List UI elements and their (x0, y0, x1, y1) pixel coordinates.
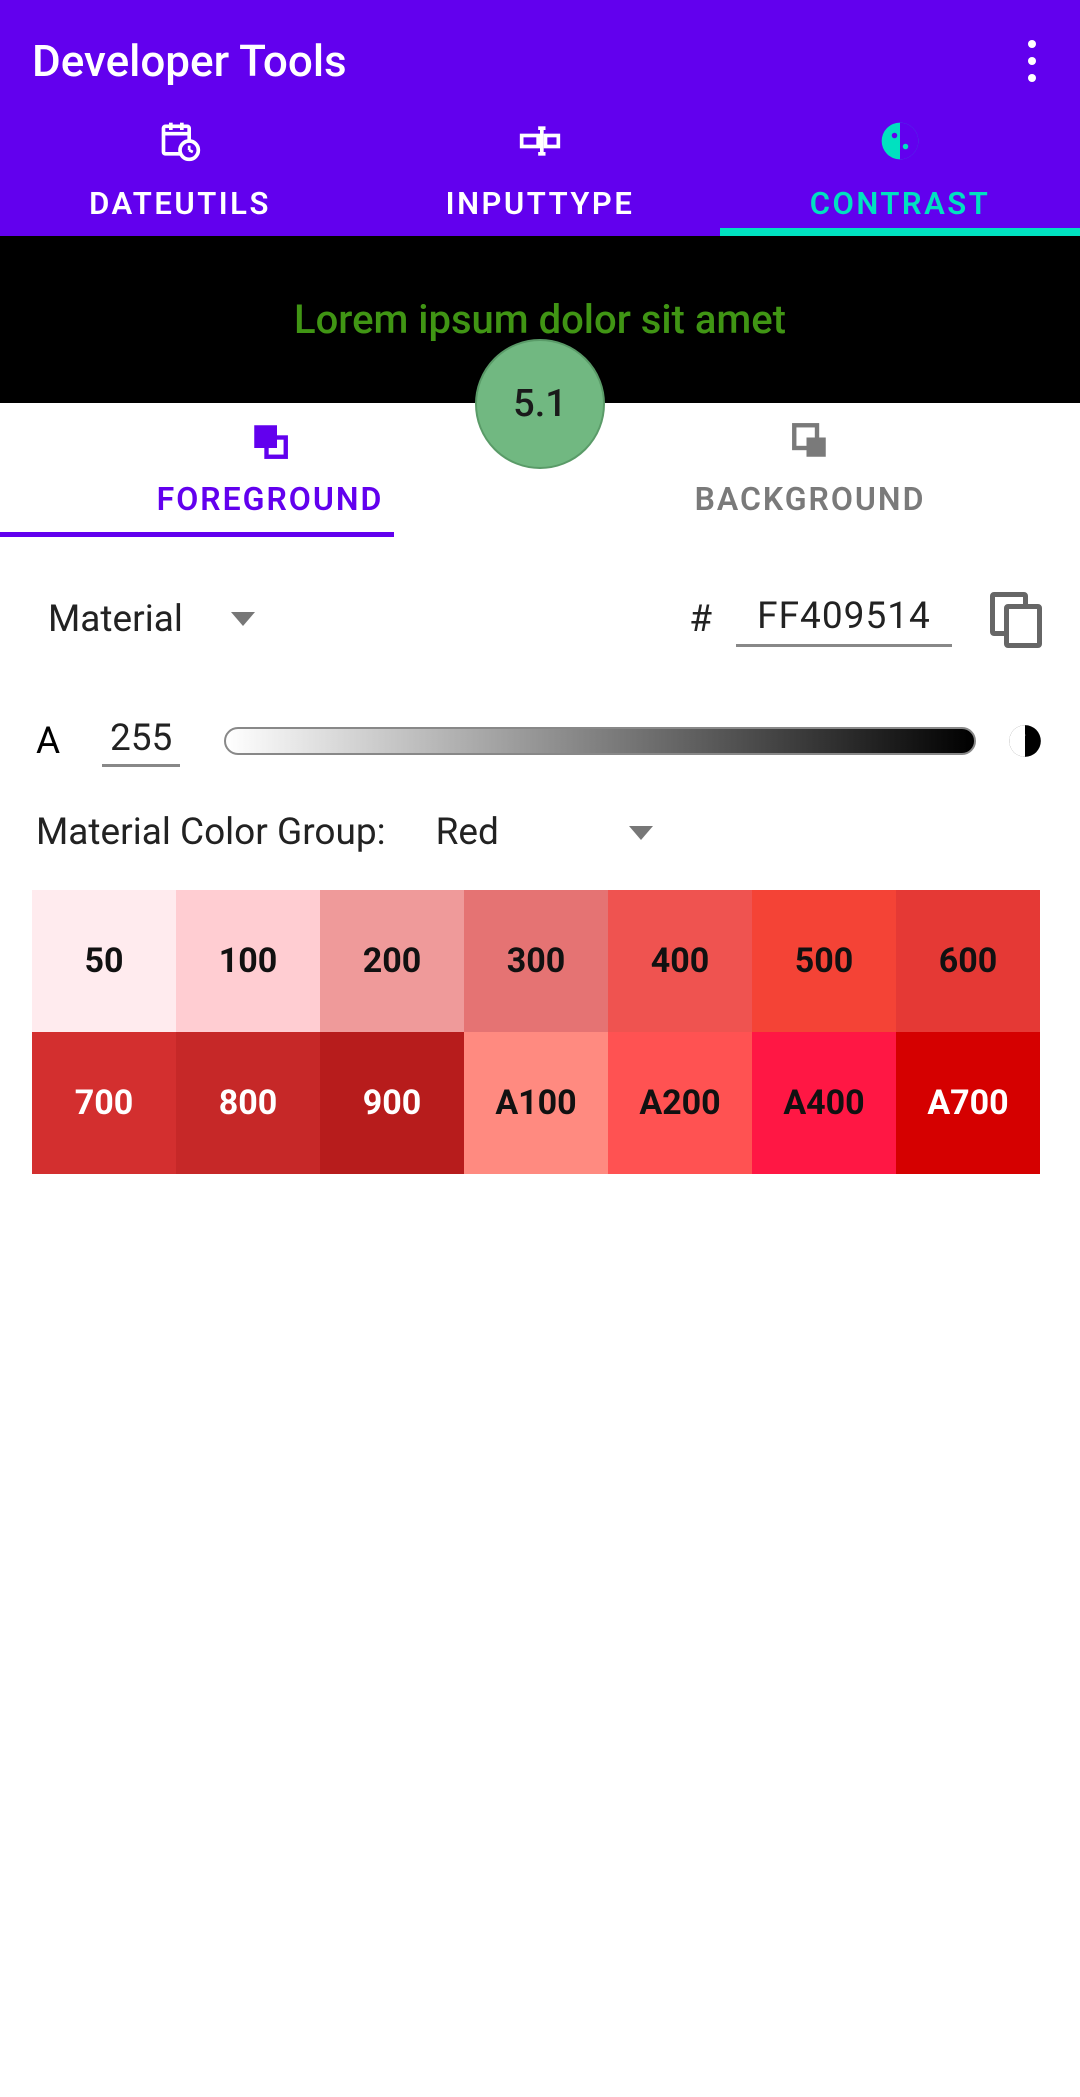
swatch-300[interactable]: 300 (464, 890, 608, 1032)
swatch-grid: 50100200300400500600 700800900A100A200A40… (32, 890, 1044, 1174)
invert-colors-icon[interactable]: + − (1006, 722, 1044, 760)
content-area: Material # A + − Material Color Group: R… (0, 537, 1080, 1174)
tab-label: DATEUTILS (89, 185, 271, 222)
svg-text:+: + (1019, 728, 1026, 743)
swatch-700[interactable]: 700 (32, 1032, 176, 1174)
swatch-600[interactable]: 600 (896, 890, 1040, 1032)
app-title: Developer Tools (32, 35, 347, 87)
hex-group: # (689, 591, 1044, 647)
palette-source-label: Material (48, 598, 183, 641)
overflow-menu-icon[interactable] (1028, 40, 1036, 82)
swatch-800[interactable]: 800 (176, 1032, 320, 1174)
swatch-A200[interactable]: A200 (608, 1032, 752, 1174)
tab-dateutils[interactable]: DATEUTILS (0, 96, 360, 236)
contrast-icon (878, 119, 922, 163)
swatch-400[interactable]: 400 (608, 890, 752, 1032)
background-icon (789, 420, 831, 462)
color-group-row: Material Color Group: Red (36, 811, 1044, 854)
palette-row: Material # (36, 591, 1044, 647)
swatch-900[interactable]: 900 (320, 1032, 464, 1174)
tab-label: INPUTTYPE (446, 185, 635, 222)
tab-contrast[interactable]: CONTRAST (720, 96, 1080, 236)
alpha-label: A (36, 720, 60, 763)
calendar-clock-icon (158, 119, 202, 163)
chevron-down-icon (231, 612, 255, 626)
sub-tabs: FOREGROUND BACKGROUND (0, 403, 1080, 537)
subtab-label: FOREGROUND (157, 480, 384, 518)
color-group-value: Red (436, 811, 499, 854)
swatch-500[interactable]: 500 (752, 890, 896, 1032)
tab-label: CONTRAST (810, 185, 991, 222)
swatch-50[interactable]: 50 (32, 890, 176, 1032)
svg-text:−: − (1027, 740, 1034, 755)
color-group-label: Material Color Group: (36, 811, 386, 854)
text-input-icon (518, 119, 562, 163)
preview-text: Lorem ipsum dolor sit amet (294, 296, 786, 343)
subtab-label: BACKGROUND (695, 480, 926, 518)
top-tabs: DATEUTILS INPUTTYPE CONTRAST (0, 96, 1080, 236)
alpha-slider[interactable] (224, 727, 976, 755)
chevron-down-icon (629, 826, 653, 840)
hex-input[interactable] (736, 591, 952, 647)
swatch-A100[interactable]: A100 (464, 1032, 608, 1174)
swatch-A700[interactable]: A700 (896, 1032, 1040, 1174)
swatch-200[interactable]: 200 (320, 890, 464, 1032)
palette-source-dropdown[interactable]: Material (36, 598, 255, 641)
app-bar: Developer Tools DATEUTILS (0, 0, 1080, 236)
copy-icon[interactable] (990, 592, 1044, 646)
hex-prefix: # (689, 598, 712, 641)
subtab-foreground[interactable]: FOREGROUND (0, 403, 540, 535)
foreground-icon (249, 420, 291, 462)
subtab-background[interactable]: BACKGROUND (540, 403, 1080, 535)
swatch-100[interactable]: 100 (176, 890, 320, 1032)
tab-inputtype[interactable]: INPUTTYPE (360, 96, 720, 236)
sub-tabs-wrap: 5.1 FOREGROUND BACKGROUND (0, 403, 1080, 537)
swatch-A400[interactable]: A400 (752, 1032, 896, 1174)
app-bar-top: Developer Tools (0, 0, 1080, 96)
alpha-row: A + − (36, 715, 1044, 767)
color-group-dropdown[interactable]: Red (436, 811, 653, 854)
alpha-value-input[interactable] (102, 715, 180, 767)
